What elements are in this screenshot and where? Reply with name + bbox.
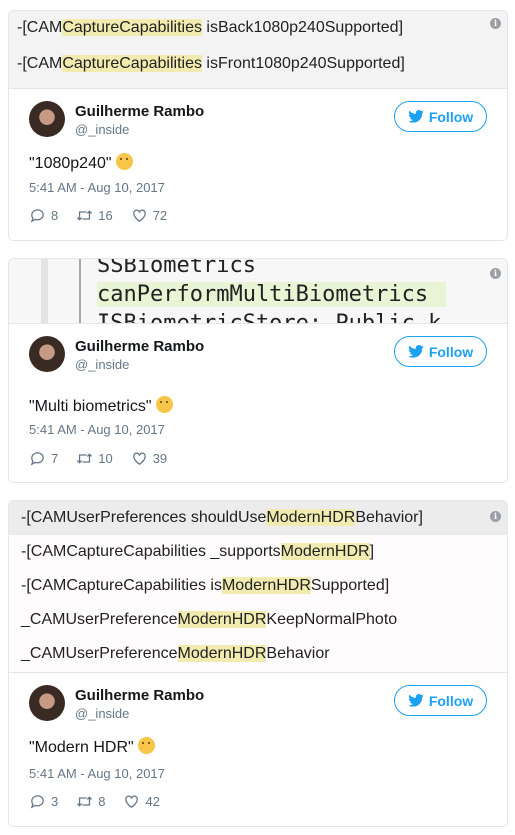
tweet-media-image[interactable]: -[CAMUserPreferences shouldUseModernHDRB…	[9, 501, 507, 673]
author-name[interactable]: Guilherme Rambo	[75, 687, 204, 704]
media-text-line: _CAMUserPreferenceModernHDRBehavior	[21, 645, 330, 662]
avatar[interactable]	[29, 685, 65, 721]
tweet-card-3: -[CAMUserPreferences shouldUseModernHDRB…	[8, 500, 508, 827]
tweet-card-1: -[CAMCaptureCapabilities isBack1080p240S…	[8, 10, 508, 241]
author-handle[interactable]: @_inside	[75, 357, 129, 372]
tweet-actions: 8 16 72	[29, 207, 167, 224]
retweet-count: 10	[98, 451, 113, 466]
tweet-media-image[interactable]: SSBiometrics canPerformMultiBiometrics I…	[9, 259, 507, 324]
info-icon[interactable]: i	[490, 511, 501, 522]
reply-icon	[30, 795, 44, 809]
reply-button[interactable]: 7	[29, 450, 58, 467]
media-text-line: -[CAMCaptureCapabilities isBack1080p240S…	[17, 19, 404, 36]
media-text-line: -[CAMUserPreferences shouldUseModernHDRB…	[9, 501, 507, 535]
reply-button[interactable]: 8	[29, 207, 58, 224]
media-text-line: -[CAMCaptureCapabilities isFront1080p240…	[17, 55, 405, 72]
retweet-button[interactable]: 10	[76, 450, 113, 467]
follow-button[interactable]: Follow	[394, 101, 487, 132]
follow-button[interactable]: Follow	[394, 336, 487, 367]
tweet-timestamp[interactable]: 5:41 AM - Aug 10, 2017	[29, 766, 165, 781]
twitter-bird-icon	[408, 345, 424, 358]
retweet-icon	[77, 453, 93, 464]
author-name[interactable]: Guilherme Rambo	[75, 338, 204, 355]
like-button[interactable]: 42	[123, 793, 160, 810]
media-text-line: _CAMUserPreferenceModernHDRKeepNormalPho…	[21, 611, 398, 628]
tweet-text: "Multi biometrics"	[29, 396, 173, 416]
reply-button[interactable]: 3	[29, 793, 58, 810]
code-line: ISBiometricStore: Public_k	[97, 311, 442, 324]
reply-count: 7	[51, 451, 59, 466]
follow-button[interactable]: Follow	[394, 685, 487, 716]
tweet-timestamp[interactable]: 5:41 AM - Aug 10, 2017	[29, 180, 165, 195]
thinking-face-emoji	[155, 396, 173, 413]
follow-label: Follow	[428, 108, 474, 125]
tweet-text: "1080p240"	[29, 153, 133, 173]
tweet-actions: 3 8 42	[29, 793, 160, 810]
reply-count: 8	[51, 208, 59, 223]
retweet-button[interactable]: 16	[76, 207, 113, 224]
twitter-bird-icon	[408, 694, 424, 707]
info-icon[interactable]: i	[490, 268, 501, 279]
like-icon	[125, 795, 139, 808]
like-count: 72	[152, 208, 168, 223]
media-text-line: -[CAMCaptureCapabilities isModernHDRSupp…	[21, 577, 390, 594]
author-name[interactable]: Guilherme Rambo	[75, 103, 204, 120]
tweet-timestamp[interactable]: 5:41 AM - Aug 10, 2017	[29, 422, 165, 437]
reply-icon	[30, 209, 44, 223]
avatar[interactable]	[29, 101, 65, 137]
like-count: 39	[152, 451, 168, 466]
code-line: SSBiometrics	[97, 259, 256, 278]
retweet-icon	[77, 210, 93, 221]
tweet-card-2: SSBiometrics canPerformMultiBiometrics I…	[8, 258, 508, 483]
retweet-count: 16	[98, 208, 113, 223]
reply-count: 3	[51, 794, 59, 809]
tweet-media-image[interactable]: -[CAMCaptureCapabilities isBack1080p240S…	[9, 11, 507, 89]
code-line-highlighted: canPerformMultiBiometrics	[97, 282, 447, 307]
media-text-line: -[CAMCaptureCapabilities _supportsModern…	[21, 543, 375, 560]
like-button[interactable]: 39	[131, 450, 167, 467]
tweet-text: "Modern HDR"	[29, 737, 155, 757]
retweet-icon	[77, 796, 93, 807]
follow-label: Follow	[428, 692, 474, 709]
reply-icon	[30, 452, 44, 466]
info-icon[interactable]: i	[490, 18, 501, 29]
like-button[interactable]: 72	[131, 207, 167, 224]
retweet-count: 8	[98, 794, 106, 809]
code-divider	[79, 259, 81, 323]
tweet-actions: 7 10 39	[29, 450, 167, 467]
thinking-face-emoji	[137, 737, 155, 754]
author-handle[interactable]: @_inside	[75, 122, 129, 137]
like-icon	[132, 209, 146, 222]
author-handle[interactable]: @_inside	[75, 706, 129, 721]
code-gutter	[41, 259, 48, 323]
avatar[interactable]	[29, 336, 65, 372]
thinking-face-emoji	[115, 153, 133, 170]
like-icon	[132, 452, 146, 465]
like-count: 42	[145, 794, 160, 809]
retweet-button[interactable]: 8	[76, 793, 105, 810]
follow-label: Follow	[428, 343, 474, 360]
twitter-bird-icon	[408, 110, 424, 123]
